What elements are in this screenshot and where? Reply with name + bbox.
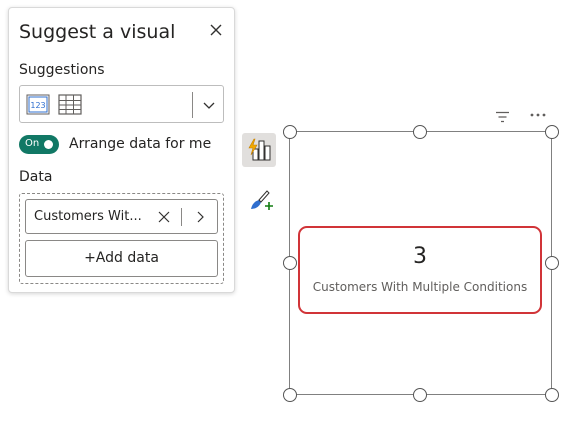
- svg-text:123: 123: [30, 101, 45, 110]
- add-data-button[interactable]: +Add data: [25, 240, 218, 277]
- format-visual-icon: [251, 190, 273, 210]
- data-well: Customers Wit... +Add data: [19, 193, 224, 284]
- resize-handle-right[interactable]: [545, 256, 559, 270]
- data-field-name: Customers Wit...: [34, 209, 142, 224]
- format-visual-button[interactable]: [242, 184, 276, 218]
- field-divider: [181, 208, 182, 226]
- table-icon[interactable]: [58, 94, 82, 115]
- resize-handle-top[interactable]: [413, 125, 427, 139]
- filter-icon[interactable]: [495, 111, 510, 123]
- resize-handle-top-left[interactable]: [283, 125, 297, 139]
- more-options-icon[interactable]: [529, 110, 547, 120]
- build-visual-icon: [248, 138, 271, 161]
- arrange-data-label: Arrange data for me: [69, 136, 212, 152]
- resize-handle-bottom[interactable]: [413, 388, 427, 402]
- data-label: Data: [19, 169, 53, 185]
- resize-handle-bottom-right[interactable]: [545, 388, 559, 402]
- resize-handle-bottom-left[interactable]: [283, 388, 297, 402]
- panel-title: Suggest a visual: [19, 21, 176, 43]
- data-field-pill[interactable]: Customers Wit...: [25, 199, 218, 234]
- dropdown-divider: [192, 92, 193, 118]
- suggest-visual-panel: Suggest a visual Suggestions 123 On Arra…: [8, 7, 235, 293]
- suggestions-dropdown[interactable]: 123: [19, 85, 224, 123]
- chevron-down-icon[interactable]: [201, 97, 217, 113]
- card-icon[interactable]: 123: [26, 94, 50, 115]
- card-value-highlight: 3 Customers With Multiple Conditions: [298, 226, 542, 314]
- resize-handle-left[interactable]: [283, 256, 297, 270]
- card-label: Customers With Multiple Conditions: [312, 280, 528, 294]
- resize-handle-top-right[interactable]: [545, 125, 559, 139]
- arrange-data-toggle[interactable]: On: [19, 135, 59, 154]
- suggestions-label: Suggestions: [19, 62, 105, 78]
- close-icon[interactable]: [208, 22, 224, 38]
- toggle-knob: [44, 140, 53, 149]
- chevron-right-icon[interactable]: [194, 211, 206, 223]
- card-value: 3: [413, 244, 427, 269]
- remove-field-icon[interactable]: [158, 211, 170, 223]
- toggle-state-text: On: [25, 138, 40, 149]
- build-visual-button[interactable]: [242, 133, 276, 167]
